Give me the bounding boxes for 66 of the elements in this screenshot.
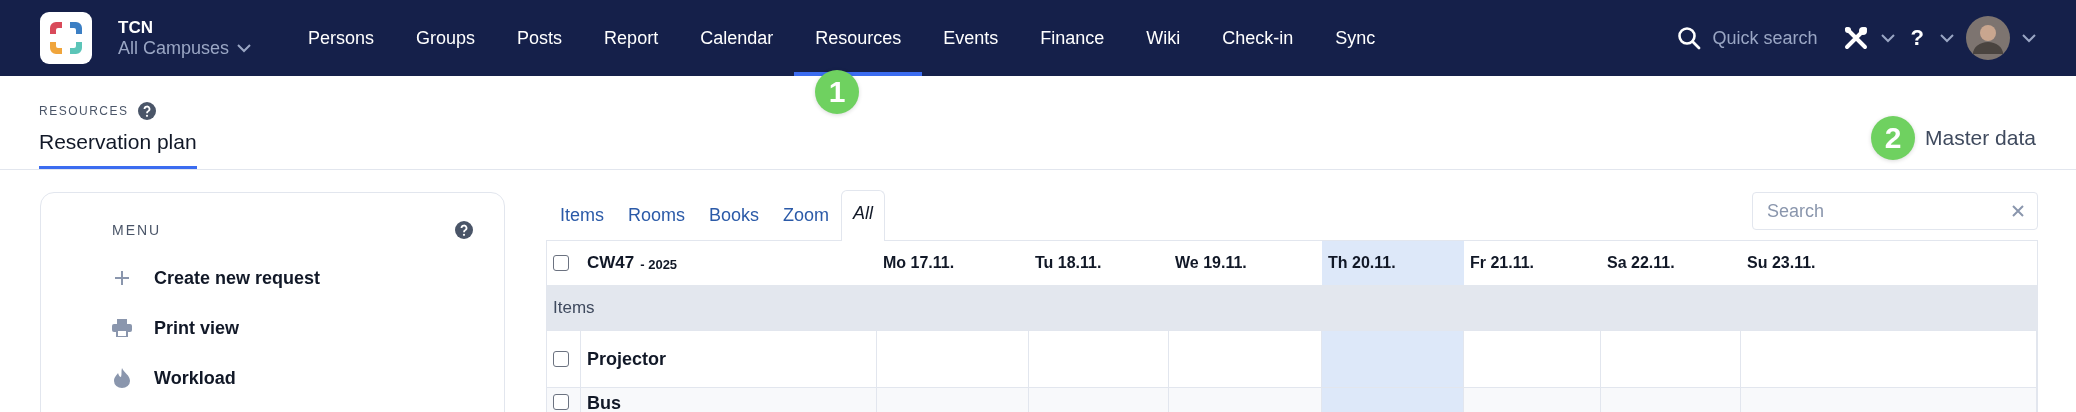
avatar-icon[interactable]	[1966, 16, 2010, 60]
caret-icon[interactable]	[2022, 33, 2036, 43]
checkbox[interactable]	[553, 255, 569, 271]
logo-icon[interactable]	[40, 12, 92, 64]
caret-icon[interactable]	[1880, 33, 1895, 43]
calendar-cell[interactable]	[1741, 387, 2037, 412]
flame-icon[interactable]	[112, 368, 132, 388]
nav-link[interactable]: Finance	[1019, 0, 1126, 76]
caret-icon	[237, 43, 252, 53]
calendar-cell[interactable]	[1322, 387, 1464, 412]
year-label: - 2025	[640, 256, 678, 272]
group-label: Items	[553, 297, 595, 318]
day-header: Su 23.11.	[1746, 253, 1817, 273]
menu-item[interactable]: Create new request	[154, 267, 321, 289]
nav-link[interactable]: Posts	[496, 0, 584, 76]
calendar-cell[interactable]	[1029, 387, 1169, 412]
calendar-cell[interactable]	[1169, 387, 1322, 412]
search-field[interactable]: Search	[1752, 192, 2038, 230]
plus-icon[interactable]	[112, 269, 132, 287]
master-data-link[interactable]: Master data	[1925, 125, 2036, 150]
day-header: Mo 17.11.	[882, 253, 956, 273]
campus-selector[interactable]: All Campuses	[118, 37, 252, 59]
nav-link[interactable]: Events	[922, 0, 1020, 76]
checkbox[interactable]	[553, 351, 569, 367]
tools-icon[interactable]	[1842, 25, 1869, 51]
quick-search-field[interactable]: Quick search	[1712, 27, 1831, 49]
day-header: Tu 18.11.	[1034, 253, 1103, 273]
nav-link[interactable]: Wiki	[1125, 0, 1202, 76]
calendar-cell[interactable]	[1464, 387, 1601, 412]
menu-item[interactable]: Print view	[154, 317, 240, 339]
page-tab[interactable]: Reservation plan	[39, 130, 197, 169]
nav-link[interactable]: Sync	[1314, 0, 1397, 76]
nav-link[interactable]: Groups	[395, 0, 497, 76]
nav-link[interactable]: Check-in	[1201, 0, 1315, 76]
help-icon[interactable]	[137, 102, 156, 120]
nav-link[interactable]: Calendar	[679, 0, 795, 76]
printer-icon[interactable]	[112, 319, 132, 337]
checkbox[interactable]	[553, 394, 569, 410]
menu-item[interactable]: Workload	[154, 367, 236, 389]
callout-badge: 1	[815, 70, 859, 114]
callout-badge: 2	[1871, 115, 1916, 160]
calendar-cell[interactable]	[1601, 387, 1741, 412]
breadcrumb: RESOURCES	[39, 104, 129, 118]
menu-title: MENU	[111, 222, 162, 238]
nav-link[interactable]: Report	[583, 0, 680, 76]
resource-name: Bus	[587, 394, 621, 412]
tab[interactable]: All	[841, 190, 886, 241]
day-header: Fr 21.11.	[1469, 253, 1536, 273]
week-label: CW47	[587, 253, 635, 273]
clear-icon[interactable]	[2012, 205, 2024, 217]
organization-name: TCN	[118, 17, 154, 38]
tab[interactable]: Items	[548, 192, 616, 240]
caret-icon[interactable]	[1940, 33, 1954, 43]
help-icon[interactable]	[455, 221, 473, 239]
tab[interactable]: Books	[697, 192, 772, 240]
nav-link[interactable]: Persons	[287, 0, 396, 76]
tab[interactable]: Rooms	[616, 192, 698, 240]
calendar-cell[interactable]	[1322, 330, 1464, 387]
search-icon[interactable]	[1676, 26, 1701, 50]
tab[interactable]: Zoom	[771, 192, 842, 240]
day-header: Sa 22.11.	[1606, 253, 1676, 273]
day-header: Th 20.11.	[1322, 241, 1464, 285]
day-header: We 19.11.	[1174, 253, 1248, 273]
resource-name: Projector	[587, 350, 667, 368]
calendar-cell[interactable]	[877, 387, 1029, 412]
help-menu[interactable]: ?	[1906, 25, 1928, 51]
